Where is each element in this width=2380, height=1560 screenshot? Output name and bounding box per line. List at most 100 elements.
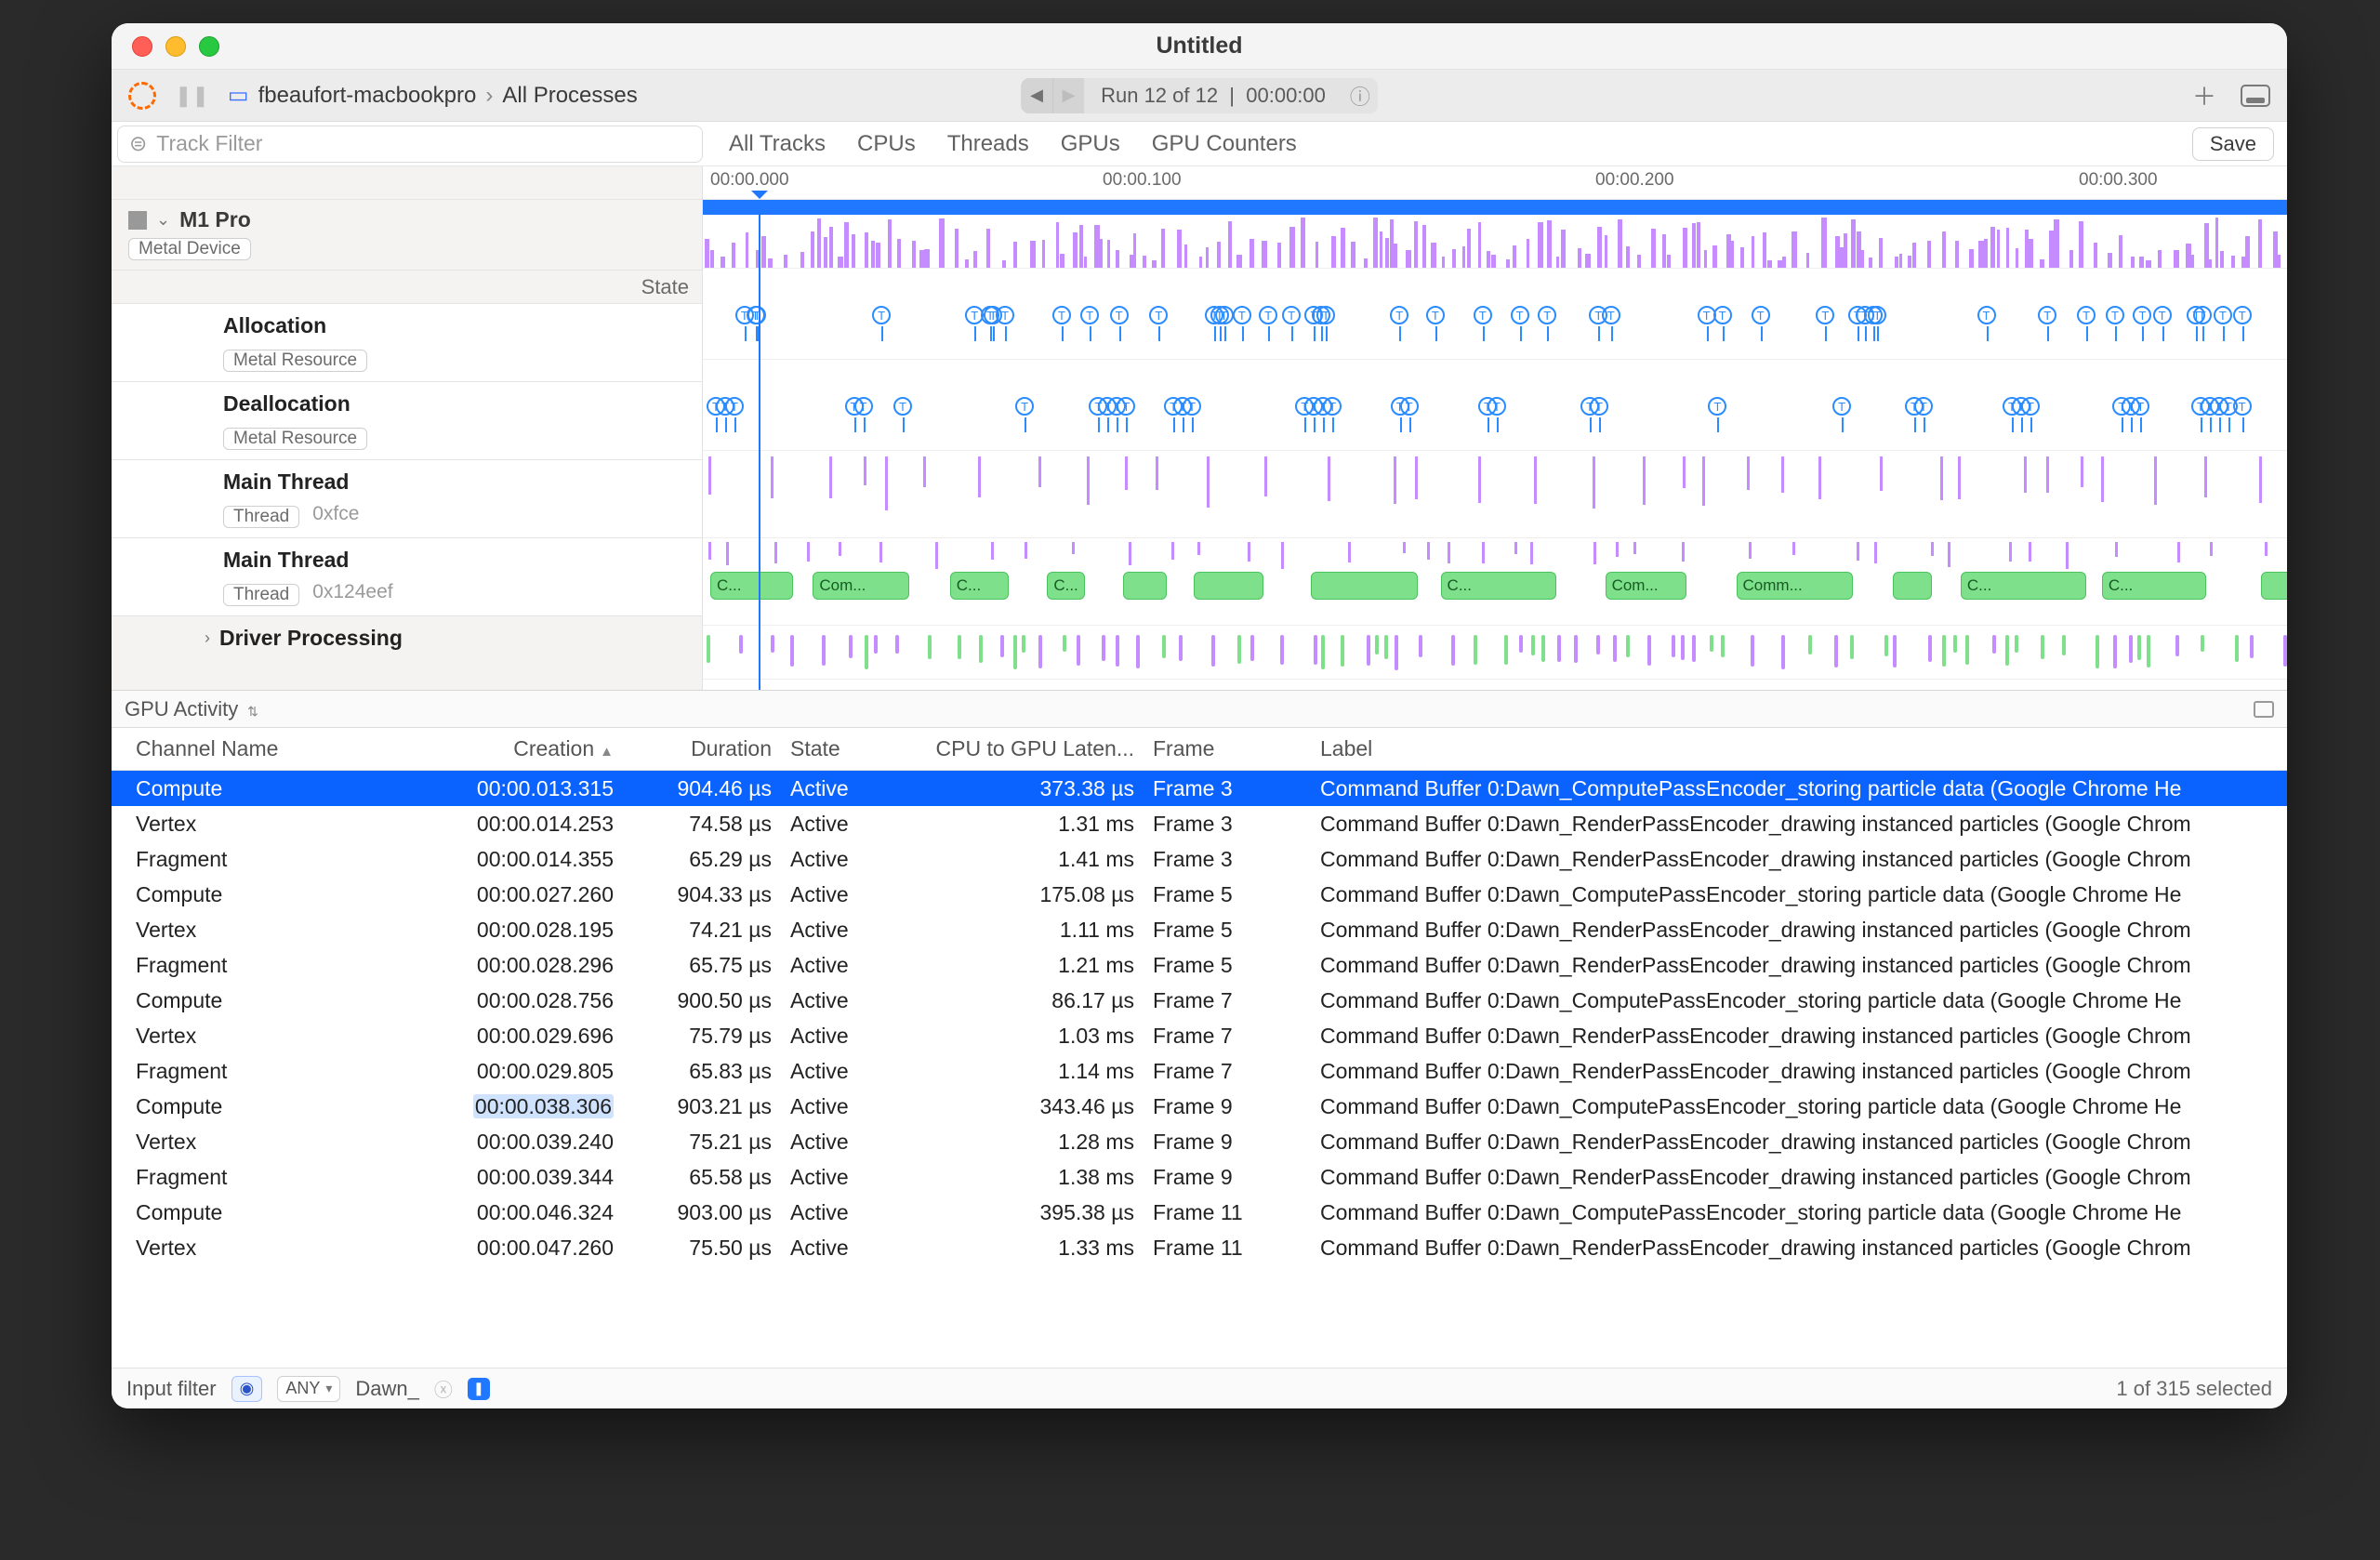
cell-duration: 65.29 µs — [623, 847, 781, 872]
cell-label: Command Buffer 0:Dawn_ComputePassEncoder… — [1311, 1094, 2287, 1119]
command-block[interactable]: C... — [1441, 572, 1557, 600]
breadcrumb[interactable]: ▭ fbeaufort-macbookpro › All Processes — [228, 82, 638, 109]
filter-circle-icon[interactable]: ◉ — [231, 1376, 263, 1402]
table-row[interactable]: Compute00:00.027.260904.33 µsActive175.0… — [112, 877, 2287, 912]
root-title: M1 Pro — [179, 207, 251, 232]
table-row[interactable]: Fragment00:00.014.35565.29 µsActive1.41 … — [112, 841, 2287, 877]
table-row[interactable]: Compute00:00.046.324903.00 µsActive395.3… — [112, 1195, 2287, 1230]
command-block[interactable]: Comm... — [1737, 572, 1854, 600]
table-row[interactable]: Vertex00:00.029.69675.79 µsActive1.03 ms… — [112, 1018, 2287, 1053]
tab-gpu-counters[interactable]: GPU Counters — [1152, 131, 1297, 157]
command-block[interactable]: C... — [950, 572, 1009, 600]
sort-asc-icon: ▲ — [600, 744, 614, 760]
track-main-thread-1[interactable]: Main Thread Thread0xfce — [112, 460, 702, 538]
col-duration[interactable]: Duration — [623, 736, 781, 761]
columns-icon[interactable] — [2254, 701, 2274, 718]
info-icon[interactable]: ⓘ — [1342, 81, 1378, 111]
lane-allocation: TTTTTTTTTTTTTTTTTTTTTTTTTTTTTTTTTTTTTTTT… — [703, 269, 2287, 360]
record-target-icon[interactable] — [128, 82, 156, 110]
timeline[interactable]: 00:00.000 00:00.100 00:00.200 00:00.300 … — [703, 166, 2287, 690]
table-row[interactable]: Vertex00:00.014.25374.58 µsActive1.31 ms… — [112, 806, 2287, 841]
panel-toggle-icon[interactable] — [2241, 85, 2270, 107]
selection-count: 1 of 315 selected — [2116, 1377, 2272, 1401]
save-button[interactable]: Save — [2192, 127, 2274, 161]
tab-all-tracks[interactable]: All Tracks — [729, 131, 826, 157]
command-block[interactable] — [1311, 572, 1418, 600]
table-row[interactable]: Compute00:00.013.315904.46 µsActive373.3… — [112, 771, 2287, 806]
add-button[interactable]: ＋ — [2192, 78, 2216, 112]
cell-label: Command Buffer 0:Dawn_RenderPassEncoder_… — [1311, 1165, 2287, 1190]
table-row[interactable]: Fragment00:00.028.29665.75 µsActive1.21 … — [112, 947, 2287, 983]
table-row[interactable]: Vertex00:00.047.26075.50 µsActive1.33 ms… — [112, 1230, 2287, 1265]
input-filter-label: Input filter — [126, 1377, 217, 1401]
filter-tab-bar: ⊜ Track Filter All Tracks CPUs Threads G… — [112, 122, 2287, 166]
cell-frame: Frame 11 — [1144, 1236, 1311, 1261]
gpu-activity-title[interactable]: GPU Activity — [125, 697, 238, 721]
command-block[interactable]: C... — [2102, 572, 2206, 600]
cell-frame: Frame 5 — [1144, 953, 1311, 978]
command-block[interactable]: Com... — [813, 572, 909, 600]
pause-icon[interactable]: ❚❚ — [175, 84, 209, 108]
close-icon[interactable] — [132, 36, 152, 57]
col-frame[interactable]: Frame — [1144, 736, 1311, 761]
command-block[interactable] — [1123, 572, 1168, 600]
track-filter-input[interactable]: ⊜ Track Filter — [117, 126, 703, 163]
track-driver-processing[interactable]: › Driver Processing — [112, 616, 702, 660]
table-row[interactable]: Compute00:00.038.306903.21 µsActive343.4… — [112, 1089, 2287, 1124]
table-row[interactable]: Vertex00:00.039.24075.21 µsActive1.28 ms… — [112, 1124, 2287, 1159]
cell-duration: 903.00 µs — [623, 1200, 781, 1225]
track-main-thread-2[interactable]: Main Thread Thread0x124eef — [112, 538, 702, 616]
cell-state: Active — [781, 1094, 920, 1119]
ruler-tick: 00:00.300 — [2079, 170, 2158, 191]
cell-channel: Compute — [112, 1200, 381, 1225]
col-label[interactable]: Label — [1311, 736, 2287, 761]
command-block[interactable] — [2261, 572, 2287, 600]
table-row[interactable]: Fragment00:00.039.34465.58 µsActive1.38 … — [112, 1159, 2287, 1195]
run-next-button[interactable]: ▶ — [1052, 78, 1084, 113]
table-row[interactable]: Fragment00:00.029.80565.83 µsActive1.14 … — [112, 1053, 2287, 1089]
col-state[interactable]: State — [781, 736, 920, 761]
chevron-down-icon: ▾ — [325, 1381, 332, 1396]
command-block[interactable]: C... — [710, 572, 793, 600]
table-row[interactable]: Compute00:00.028.756900.50 µsActive86.17… — [112, 983, 2287, 1018]
command-block[interactable]: C... — [1961, 572, 2086, 600]
run-selector[interactable]: ◀ ▶ Run 12 of 12 | 00:00:00 ⓘ — [1021, 78, 1378, 113]
track-allocation[interactable]: Allocation Metal Resource — [112, 304, 702, 382]
playhead[interactable] — [759, 200, 760, 690]
command-block[interactable]: Com... — [1606, 572, 1686, 600]
tab-gpus[interactable]: GPUs — [1061, 131, 1120, 157]
col-channel[interactable]: Channel Name — [112, 736, 381, 761]
col-latency[interactable]: CPU to GPU Laten... — [920, 736, 1144, 761]
cell-duration: 75.50 µs — [623, 1236, 781, 1261]
run-prev-button[interactable]: ◀ — [1021, 78, 1052, 113]
command-block[interactable] — [1194, 572, 1264, 600]
track-root[interactable]: ⌄ M1 Pro Metal Device — [112, 200, 702, 271]
sort-icon[interactable]: ⇅ — [244, 704, 258, 719]
table-row[interactable]: Vertex00:00.028.19574.21 µsActive1.11 ms… — [112, 912, 2287, 947]
toggle-icon[interactable]: ❚ — [468, 1378, 490, 1400]
cell-label: Command Buffer 0:Dawn_ComputePassEncoder… — [1311, 1200, 2287, 1225]
cell-frame: Frame 9 — [1144, 1094, 1311, 1119]
filter-any-chip[interactable]: ANY▾ — [277, 1376, 340, 1402]
cell-creation: 00:00.027.260 — [381, 882, 623, 907]
selection-range[interactable] — [703, 200, 2287, 215]
col-creation[interactable]: Creation▲ — [381, 736, 623, 761]
filter-term[interactable]: Dawn_ — [355, 1377, 418, 1401]
cell-latency: 1.38 ms — [920, 1165, 1144, 1190]
track-deallocation[interactable]: Deallocation Metal Resource — [112, 382, 702, 460]
command-block[interactable]: C... — [1047, 572, 1085, 600]
cell-duration: 75.79 µs — [623, 1024, 781, 1049]
zoom-icon[interactable] — [199, 36, 219, 57]
cell-state: Active — [781, 1236, 920, 1261]
cell-channel: Fragment — [112, 1165, 381, 1190]
tab-threads[interactable]: Threads — [947, 131, 1029, 157]
cell-frame: Frame 3 — [1144, 776, 1311, 801]
minimize-icon[interactable] — [165, 36, 186, 57]
clear-icon[interactable]: ⓧ — [434, 1375, 453, 1402]
traffic-lights — [132, 36, 219, 57]
command-block[interactable] — [1893, 572, 1932, 600]
cell-latency: 175.08 µs — [920, 882, 1144, 907]
time-ruler[interactable]: 00:00.000 00:00.100 00:00.200 00:00.300 — [703, 166, 2287, 200]
tab-cpus[interactable]: CPUs — [857, 131, 916, 157]
cell-frame: Frame 7 — [1144, 988, 1311, 1013]
